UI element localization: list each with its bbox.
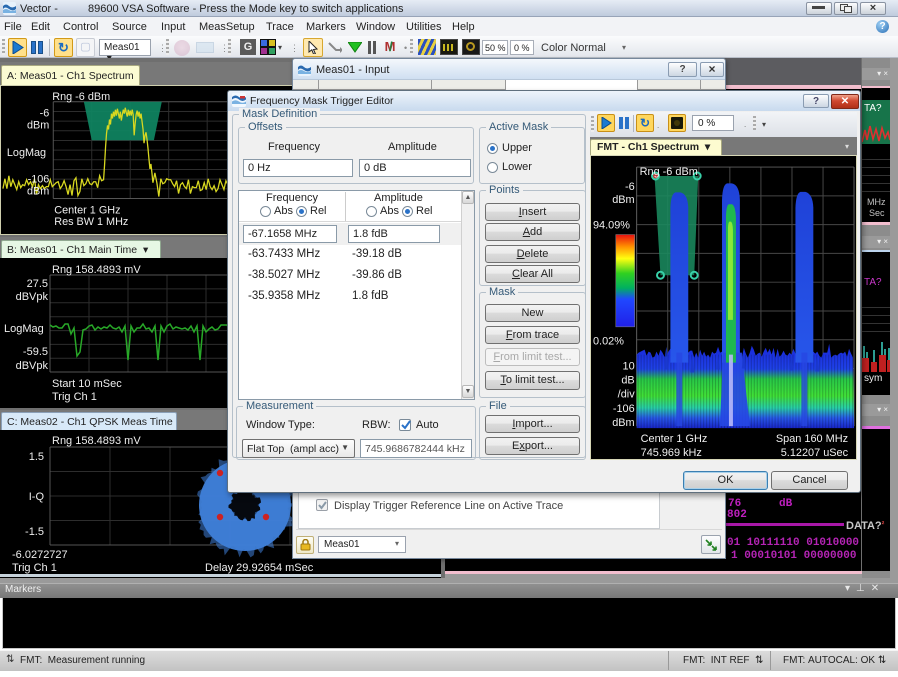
svg-text:745.969 kHz: 745.969 kHz — [641, 447, 702, 459]
svg-text:-106: -106 — [613, 403, 635, 415]
svg-text:Rng 158.4893 mV: Rng 158.4893 mV — [52, 264, 141, 276]
svg-text:-6: -6 — [40, 108, 50, 120]
svg-text:Rng 158.4893 mV: Rng 158.4893 mV — [52, 435, 141, 447]
svg-text:Rng -6 dBm: Rng -6 dBm — [640, 166, 698, 178]
svg-text:Center 1 GHz: Center 1 GHz — [641, 433, 708, 445]
svg-text:Span 160 MHz: Span 160 MHz — [776, 433, 848, 445]
svg-text:5.12207 uSec: 5.12207 uSec — [781, 447, 849, 459]
svg-text:-6: -6 — [625, 181, 635, 193]
svg-text:dBm: dBm — [612, 417, 634, 429]
svg-text:dBm: dBm — [612, 194, 634, 206]
svg-text:Trig Ch 1: Trig Ch 1 — [52, 391, 97, 403]
svg-text:Rng -6 dBm: Rng -6 dBm — [52, 91, 110, 103]
svg-text:Res BW 1 MHz: Res BW 1 MHz — [54, 216, 128, 228]
svg-text:0.02%: 0.02% — [593, 336, 624, 348]
svg-text:Delay 29.92654 mSec: Delay 29.92654 mSec — [205, 562, 314, 574]
svg-text:1.5: 1.5 — [29, 451, 44, 463]
svg-text:I-Q: I-Q — [29, 491, 45, 503]
svg-text:10: 10 — [623, 361, 635, 373]
svg-text:dB: dB — [621, 374, 634, 386]
svg-text:Start 10 mSec: Start 10 mSec — [52, 378, 122, 390]
svg-text:dBm: dBm — [27, 186, 49, 198]
svg-text:Center 1 GHz: Center 1 GHz — [54, 204, 120, 216]
svg-text:LogMag: LogMag — [7, 147, 46, 159]
svg-text:-1.5: -1.5 — [25, 526, 44, 538]
svg-text:dBVpk: dBVpk — [16, 360, 49, 372]
svg-text:LogMag: LogMag — [4, 323, 44, 335]
svg-text:94.09%: 94.09% — [593, 220, 630, 232]
svg-text:-106: -106 — [28, 174, 50, 186]
svg-text:dBm: dBm — [27, 119, 49, 131]
svg-text:27.5: 27.5 — [27, 278, 48, 290]
svg-text:-6.0272727: -6.0272727 — [12, 549, 68, 561]
svg-text:/div: /div — [618, 388, 636, 400]
svg-text:dBVpk: dBVpk — [16, 291, 49, 303]
svg-text:-59.5: -59.5 — [23, 346, 48, 358]
svg-text:Trig Ch 1: Trig Ch 1 — [12, 562, 57, 574]
